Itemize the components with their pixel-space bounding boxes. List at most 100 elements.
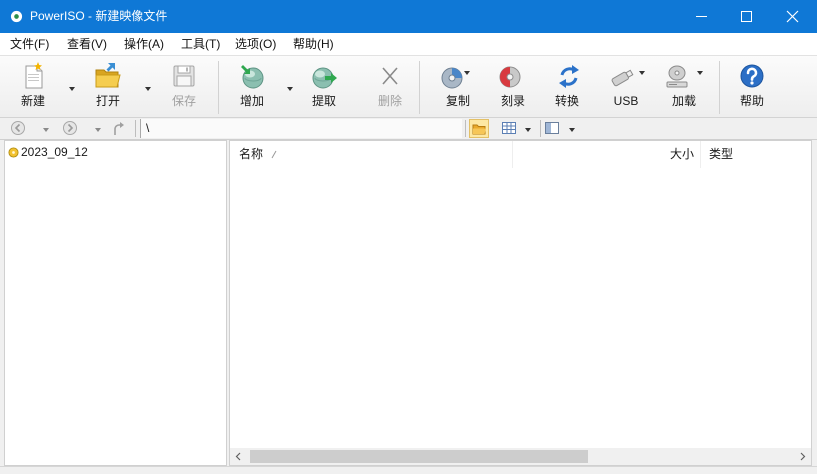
tree-item-label: 2023_09_12 [21,145,88,159]
menu-file[interactable]: 文件(F) [10,33,49,55]
extract-button-label: 提取 [311,94,336,108]
grid-view-icon[interactable] [501,120,517,136]
dropdown-arrow-icon [697,71,703,75]
burn-disc-icon [499,66,521,88]
close-button[interactable] [770,0,815,33]
delete-x-icon [382,67,398,85]
help-icon [740,64,764,88]
copy-dropdown-button[interactable] [462,69,472,77]
menu-options[interactable]: 选项(O) [235,33,276,55]
add-dropdown-button[interactable] [285,85,295,93]
list-header: 名称 大小 类型 [230,141,811,168]
disc-image-icon [8,147,19,158]
view-mode-dropdown[interactable] [523,126,533,134]
nav-separator [540,120,541,137]
chevron-left-icon [235,452,241,461]
scroll-right-button[interactable] [794,448,811,465]
menu-action[interactable]: 操作(A) [124,33,164,55]
dropdown-arrow-icon [569,128,575,132]
dropdown-arrow-icon [287,87,293,91]
dropdown-arrow-icon [525,128,531,132]
mount-dropdown-button[interactable] [695,69,705,77]
column-header-name[interactable]: 名称 [230,141,513,168]
layout-icon[interactable] [544,120,560,136]
mount-drive-icon [666,65,688,88]
dropdown-arrow-icon [95,128,101,132]
copy-button-label: 复制 [445,94,470,108]
minimize-icon [696,16,707,17]
back-history-dropdown[interactable] [41,126,51,134]
file-list: 名称 大小 类型 [229,140,812,466]
open-button[interactable]: 打开 [83,58,133,116]
toolbar-separator [419,61,420,114]
open-dropdown-button[interactable] [143,85,153,93]
mount-button-label: 加载 [671,94,696,108]
nav-separator [135,120,136,137]
back-arrow-icon[interactable] [10,120,26,136]
burn-button[interactable]: 刻录 [488,58,538,116]
dropdown-arrow-icon [69,87,75,91]
navigation-bar: \ [0,118,817,140]
dropdown-arrow-icon [639,71,645,75]
copy-button[interactable]: 复制 [433,58,483,116]
new-dropdown-button[interactable] [67,85,77,93]
usb-button-label: USB [613,94,639,108]
usb-drive-icon [611,69,634,87]
add-button[interactable]: 增加 [227,58,277,116]
scroll-thumb[interactable] [250,450,588,463]
open-button-label: 打开 [95,94,120,108]
burn-button-label: 刻录 [500,94,525,108]
path-input[interactable]: \ [140,119,462,138]
delete-button[interactable]: 删除 [365,58,415,116]
scroll-left-button[interactable] [230,448,247,465]
new-button-label: 新建 [20,94,45,108]
menu-view[interactable]: 查看(V) [67,33,107,55]
folder-pane-icon [472,124,486,135]
list-body[interactable] [230,168,811,448]
folder-pane-toggle[interactable] [469,119,489,138]
dropdown-arrow-icon [145,87,151,91]
save-disk-icon [173,65,195,87]
convert-button-label: 转换 [554,94,579,108]
forward-arrow-icon[interactable] [62,120,78,136]
layout-dropdown[interactable] [567,126,577,134]
save-button[interactable]: 保存 [159,58,209,116]
convert-button[interactable]: 转换 [542,58,592,116]
help-button[interactable]: 帮助 [727,58,777,116]
delete-button-label: 删除 [377,94,402,108]
column-header-size-label: 大小 [669,147,694,161]
column-header-type[interactable]: 类型 [701,141,811,168]
help-button-label: 帮助 [739,94,764,108]
menu-bar: 文件(F) 查看(V) 操作(A) 工具(T) 选项(O) 帮助(H) [0,33,817,55]
menu-tools[interactable]: 工具(T) [181,33,220,55]
status-bar [0,466,817,474]
minimize-button[interactable] [679,0,724,33]
chevron-right-icon [800,452,806,461]
toolbar-separator [218,61,219,114]
poweriso-disc-icon [10,10,23,23]
open-folder-icon [95,63,121,88]
menu-help[interactable]: 帮助(H) [293,33,334,55]
close-icon [786,10,799,23]
usb-button[interactable]: USB [601,58,651,116]
title-bar: PowerISO - 新建映像文件 [0,0,817,33]
add-files-icon [241,65,264,89]
toolbar: 新建 打开 保存 增加 提取 删除 复制 刻录 转换 USB 加载 帮助 [0,55,817,118]
new-button[interactable]: 新建 [8,58,58,116]
extract-button[interactable]: 提取 [299,58,349,116]
tree-item[interactable]: 2023_09_12 [5,144,226,162]
mount-button[interactable]: 加载 [659,58,709,116]
horizontal-scrollbar[interactable] [230,448,811,465]
up-folder-icon[interactable] [111,120,125,136]
window-title: PowerISO - 新建映像文件 [30,9,168,23]
folder-tree: 2023_09_12 [4,140,227,466]
usb-dropdown-button[interactable] [637,69,647,77]
save-button-label: 保存 [171,94,196,108]
maximize-button[interactable] [724,0,769,33]
maximize-icon [741,11,752,22]
column-header-size[interactable]: 大小 [513,141,701,168]
forward-history-dropdown[interactable] [93,126,103,134]
toolbar-separator [719,61,720,114]
extract-files-icon [312,67,337,89]
column-header-type-label: 类型 [709,147,734,161]
